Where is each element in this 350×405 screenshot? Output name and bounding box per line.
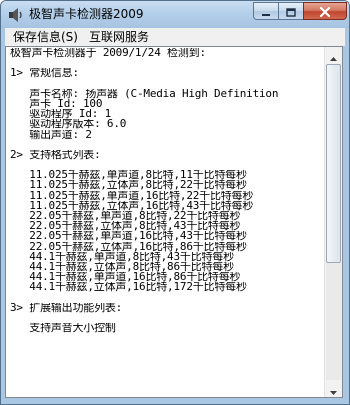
report-line: 驱动程序 Id: 1 bbox=[10, 109, 112, 120]
report-line: 44.1千赫兹,单声道,16比特,86千比特每秒 bbox=[10, 272, 241, 283]
report-line: 44.1千赫兹,立体声,16比特,172千比特每秒 bbox=[10, 282, 247, 293]
report-line bbox=[10, 313, 322, 323]
report-line: 声卡 Id: 100 bbox=[10, 98, 103, 110]
scrollbar-track[interactable] bbox=[326, 64, 341, 380]
report-line: 44.1千赫兹,单声道,8比特,43千比特每秒 bbox=[10, 251, 234, 262]
title-bar[interactable]: 极智声卡检测器2009 bbox=[1, 1, 349, 28]
arrow-up-icon bbox=[330, 47, 337, 65]
report-line: 支持声音大小控制 bbox=[10, 323, 116, 334]
report-line bbox=[10, 160, 322, 170]
report-line: 驱动程序版本: 6.0 bbox=[10, 119, 127, 130]
minimize-icon bbox=[261, 2, 271, 21]
report-line: 22.05千赫兹,立体声,8比特,43千比特每秒 bbox=[10, 221, 241, 232]
close-button[interactable] bbox=[303, 2, 347, 20]
report-line: 1> 常规信息: bbox=[10, 68, 79, 79]
app-window: 极智声卡检测器2009 保存信息(S) 互联网服务 极智声卡检测器于 2009/… bbox=[0, 0, 350, 405]
vertical-scrollbar[interactable] bbox=[324, 47, 342, 397]
report-line: 44.1千赫兹,立体声,8比特,86千比特每秒 bbox=[10, 261, 234, 273]
report-line bbox=[10, 140, 322, 150]
report-line: 11.025千赫兹,单声道,16比特,22千比特每秒 bbox=[10, 190, 254, 201]
minimize-button[interactable] bbox=[253, 2, 279, 20]
report-line: 2> 支持格式列表: bbox=[10, 149, 101, 161]
report-line: 22.05千赫兹,立体声,16比特,86千比特每秒 bbox=[10, 241, 247, 252]
report-line: 3> 扩展输出功能列表: bbox=[10, 302, 123, 313]
report-line: 11.025千赫兹,立体声,16比特,43千比特每秒 bbox=[10, 200, 254, 211]
report-line bbox=[10, 58, 322, 68]
report-line bbox=[10, 293, 322, 303]
menu-item-save-info[interactable]: 保存信息(S) bbox=[13, 29, 78, 45]
scroll-down-button[interactable] bbox=[326, 381, 341, 397]
scrollbar-thumb[interactable] bbox=[326, 64, 341, 263]
report-lines: 极智声卡检测器于 2009/1/24 检测到: 1> 常规信息: 声卡名称: 扬声… bbox=[10, 48, 322, 333]
close-icon bbox=[319, 2, 331, 21]
report-line: 输出声道: 2 bbox=[10, 129, 92, 140]
menu-bar: 保存信息(S) 互联网服务 bbox=[5, 28, 345, 46]
report-line: 极智声卡检测器于 2009/1/24 检测到: bbox=[10, 48, 206, 59]
report-text-area[interactable]: 极智声卡检测器于 2009/1/24 检测到: 1> 常规信息: 声卡名称: 扬声… bbox=[5, 46, 343, 398]
scroll-up-button[interactable] bbox=[326, 47, 341, 63]
report-line bbox=[10, 79, 322, 89]
arrow-down-icon bbox=[330, 380, 337, 398]
report-line: 声卡名称: 扬声器 (C-Media High Definition bbox=[10, 88, 279, 99]
report-line: 22.05千赫兹,单声道,16比特,43千比特每秒 bbox=[10, 231, 247, 242]
window-title: 极智声卡检测器2009 bbox=[29, 7, 144, 21]
speaker-app-icon bbox=[8, 7, 24, 23]
menu-item-internet-service[interactable]: 互联网服务 bbox=[89, 29, 149, 45]
report-line: 11.025千赫兹,立体声,8比特,22千比特每秒 bbox=[10, 180, 247, 191]
report-line: 22.05千赫兹,单声道,8比特,22千比特每秒 bbox=[10, 211, 241, 222]
maximize-icon bbox=[286, 2, 296, 21]
maximize-button[interactable] bbox=[278, 2, 304, 20]
report-line: 11.025千赫兹,单声道,8比特,11千比特每秒 bbox=[10, 170, 247, 181]
